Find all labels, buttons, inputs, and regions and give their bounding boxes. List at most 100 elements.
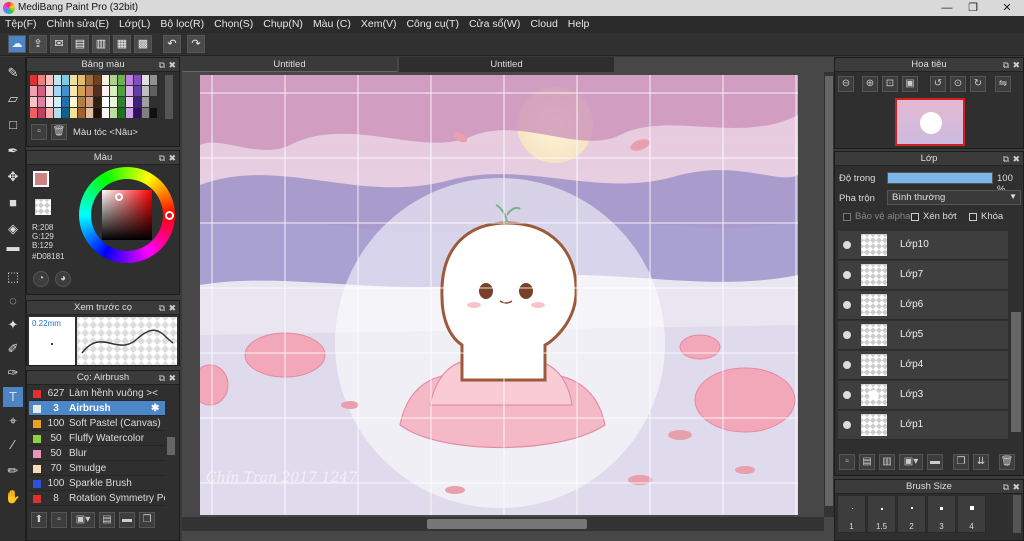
add-layer-menu-icon[interactable]: ▣▾ bbox=[899, 454, 923, 470]
float-icon[interactable]: ⧉ bbox=[159, 301, 165, 315]
brush-size-scrollbar[interactable] bbox=[1013, 495, 1021, 533]
layer-row[interactable]: Lớp7 bbox=[838, 261, 1008, 290]
rectangle-tool-icon[interactable]: □ bbox=[3, 115, 23, 135]
dropper-tool-icon[interactable]: ✏ bbox=[3, 461, 23, 481]
palette-swatch[interactable] bbox=[110, 97, 117, 107]
brush-size-option[interactable]: 3 bbox=[927, 495, 956, 533]
vertical-scrollbar[interactable] bbox=[824, 72, 834, 517]
drawing-canvas[interactable]: Chín Tran 2017 1247 bbox=[200, 75, 798, 515]
select-pen-tool-icon[interactable]: ✐ bbox=[3, 339, 23, 359]
close-icon[interactable]: ✖ bbox=[168, 301, 176, 315]
brush-copy-icon[interactable]: ▤ bbox=[99, 512, 115, 528]
menu-window[interactable]: Cửa sổ(W) bbox=[464, 16, 525, 32]
menu-view[interactable]: Xem(V) bbox=[356, 16, 402, 32]
float-icon[interactable]: ⧉ bbox=[159, 151, 165, 165]
close-icon[interactable]: ✖ bbox=[168, 58, 176, 72]
brush-folder-icon[interactable]: ▬ bbox=[119, 512, 135, 528]
palette-swatch[interactable] bbox=[30, 108, 37, 118]
eye-icon[interactable] bbox=[843, 331, 851, 339]
palette-swatch[interactable] bbox=[134, 75, 141, 85]
rotate-right-icon[interactable]: ↻ bbox=[970, 76, 986, 92]
lock-checkbox[interactable] bbox=[969, 213, 977, 221]
palette-swatch[interactable] bbox=[38, 97, 45, 107]
maximize-button[interactable]: ❐ bbox=[962, 1, 984, 15]
palette-swatch[interactable] bbox=[102, 97, 109, 107]
brush-item[interactable]: 8 Rotation Symmetry Pen bbox=[29, 491, 165, 506]
clipping-checkbox[interactable] bbox=[911, 213, 919, 221]
palette-swatch[interactable] bbox=[94, 86, 101, 96]
palette-swatch[interactable] bbox=[118, 108, 125, 118]
tab-untitled-2[interactable]: Untitled bbox=[399, 57, 614, 72]
menu-select[interactable]: Chọn(S) bbox=[209, 16, 258, 32]
palette-swatch[interactable] bbox=[118, 97, 125, 107]
comment-icon[interactable]: ✉ bbox=[50, 35, 68, 53]
delete-layer-icon[interactable]: 🗑 bbox=[999, 454, 1015, 470]
share-icon[interactable]: ⇪ bbox=[29, 35, 47, 53]
primary-color-swatch[interactable] bbox=[33, 171, 49, 187]
palette-swatch[interactable] bbox=[134, 86, 141, 96]
close-icon[interactable]: ✖ bbox=[1012, 152, 1020, 166]
new-8bit-layer-icon[interactable]: ▥ bbox=[879, 454, 895, 470]
menu-layer[interactable]: Lớp(L) bbox=[114, 16, 155, 32]
layer-row[interactable]: Lớp1 bbox=[838, 411, 1008, 440]
float-icon[interactable]: ⧉ bbox=[1003, 480, 1009, 494]
lasso-tool-icon[interactable]: ◌ bbox=[3, 291, 23, 311]
brush-size-option[interactable]: 1.5 bbox=[867, 495, 896, 533]
select-rect-tool-icon[interactable]: ⬚ bbox=[3, 267, 23, 287]
palette-swatch[interactable] bbox=[118, 75, 125, 85]
palette-swatch[interactable] bbox=[126, 86, 133, 96]
palette-swatch[interactable] bbox=[126, 108, 133, 118]
gradient-tool-icon[interactable]: ▬ bbox=[3, 237, 23, 257]
palette-swatch[interactable] bbox=[142, 108, 149, 118]
tab-untitled-1[interactable]: Untitled bbox=[182, 57, 397, 72]
grid-icon[interactable]: ▩ bbox=[134, 35, 152, 53]
palette-swatch[interactable] bbox=[134, 108, 141, 118]
bucket-tool-icon[interactable]: ◈ bbox=[3, 219, 23, 239]
close-button[interactable]: ✕ bbox=[996, 1, 1018, 15]
menu-edit[interactable]: Chỉnh sửa(E) bbox=[42, 16, 114, 32]
palette-swatch[interactable] bbox=[54, 86, 61, 96]
fit-icon[interactable]: ⊡ bbox=[882, 76, 898, 92]
layer-row[interactable]: Lớp4 bbox=[838, 351, 1008, 380]
duplicate-layer-icon[interactable]: ❐ bbox=[953, 454, 969, 470]
redo-icon[interactable]: ↷ bbox=[187, 35, 205, 53]
palette-swatch[interactable] bbox=[54, 75, 61, 85]
eye-icon[interactable] bbox=[843, 421, 851, 429]
palette-swatch[interactable] bbox=[62, 86, 69, 96]
palette-swatch[interactable] bbox=[30, 97, 37, 107]
layer-row[interactable]: Lớp3 bbox=[838, 381, 1008, 410]
brush-item[interactable]: 100 Sparkle Brush bbox=[29, 476, 165, 491]
palette-swatch[interactable] bbox=[70, 86, 77, 96]
brush-scrollbar[interactable] bbox=[167, 437, 175, 455]
layer-scrollbar[interactable] bbox=[1011, 312, 1021, 432]
palette-swatch[interactable] bbox=[94, 97, 101, 107]
menu-cloud[interactable]: Cloud bbox=[525, 16, 562, 32]
fill-rect-tool-icon[interactable]: ■ bbox=[3, 193, 23, 213]
brush-tool-icon[interactable]: ✎ bbox=[3, 63, 23, 83]
zoom-in-icon[interactable]: ⊕ bbox=[862, 76, 878, 92]
close-icon[interactable]: ✖ bbox=[168, 371, 176, 385]
color-sliders-icon[interactable]: ◕ bbox=[55, 271, 71, 287]
layout-icon[interactable]: ▦ bbox=[113, 35, 131, 53]
undo-icon[interactable]: ↶ bbox=[163, 35, 181, 53]
palette-swatch[interactable] bbox=[62, 108, 69, 118]
layer-row[interactable]: Lớp5 bbox=[838, 321, 1008, 350]
palette-swatch[interactable] bbox=[150, 108, 157, 118]
menu-capture[interactable]: Chụp(N) bbox=[258, 16, 308, 32]
saturation-value-square[interactable] bbox=[102, 190, 152, 240]
float-icon[interactable]: ⧉ bbox=[159, 371, 165, 385]
actual-size-icon[interactable]: ▣ bbox=[902, 76, 918, 92]
palette-swatch[interactable] bbox=[150, 75, 157, 85]
brush-item[interactable]: 50 Blur bbox=[29, 446, 165, 461]
palette-swatch[interactable] bbox=[118, 86, 125, 96]
palette-swatch[interactable] bbox=[78, 86, 85, 96]
palette-swatch[interactable] bbox=[126, 75, 133, 85]
color-wheel-icon[interactable]: ◔ bbox=[33, 271, 49, 287]
float-icon[interactable]: ⧉ bbox=[159, 58, 165, 72]
pen-tool-icon[interactable]: ✒ bbox=[3, 141, 23, 161]
color-swatches[interactable] bbox=[30, 75, 160, 119]
eraser-tool-icon[interactable]: ▱ bbox=[3, 89, 23, 109]
hue-cursor[interactable] bbox=[165, 211, 174, 220]
menu-color[interactable]: Màu (C) bbox=[308, 16, 356, 32]
reset-rotation-icon[interactable]: ⊙ bbox=[950, 76, 966, 92]
